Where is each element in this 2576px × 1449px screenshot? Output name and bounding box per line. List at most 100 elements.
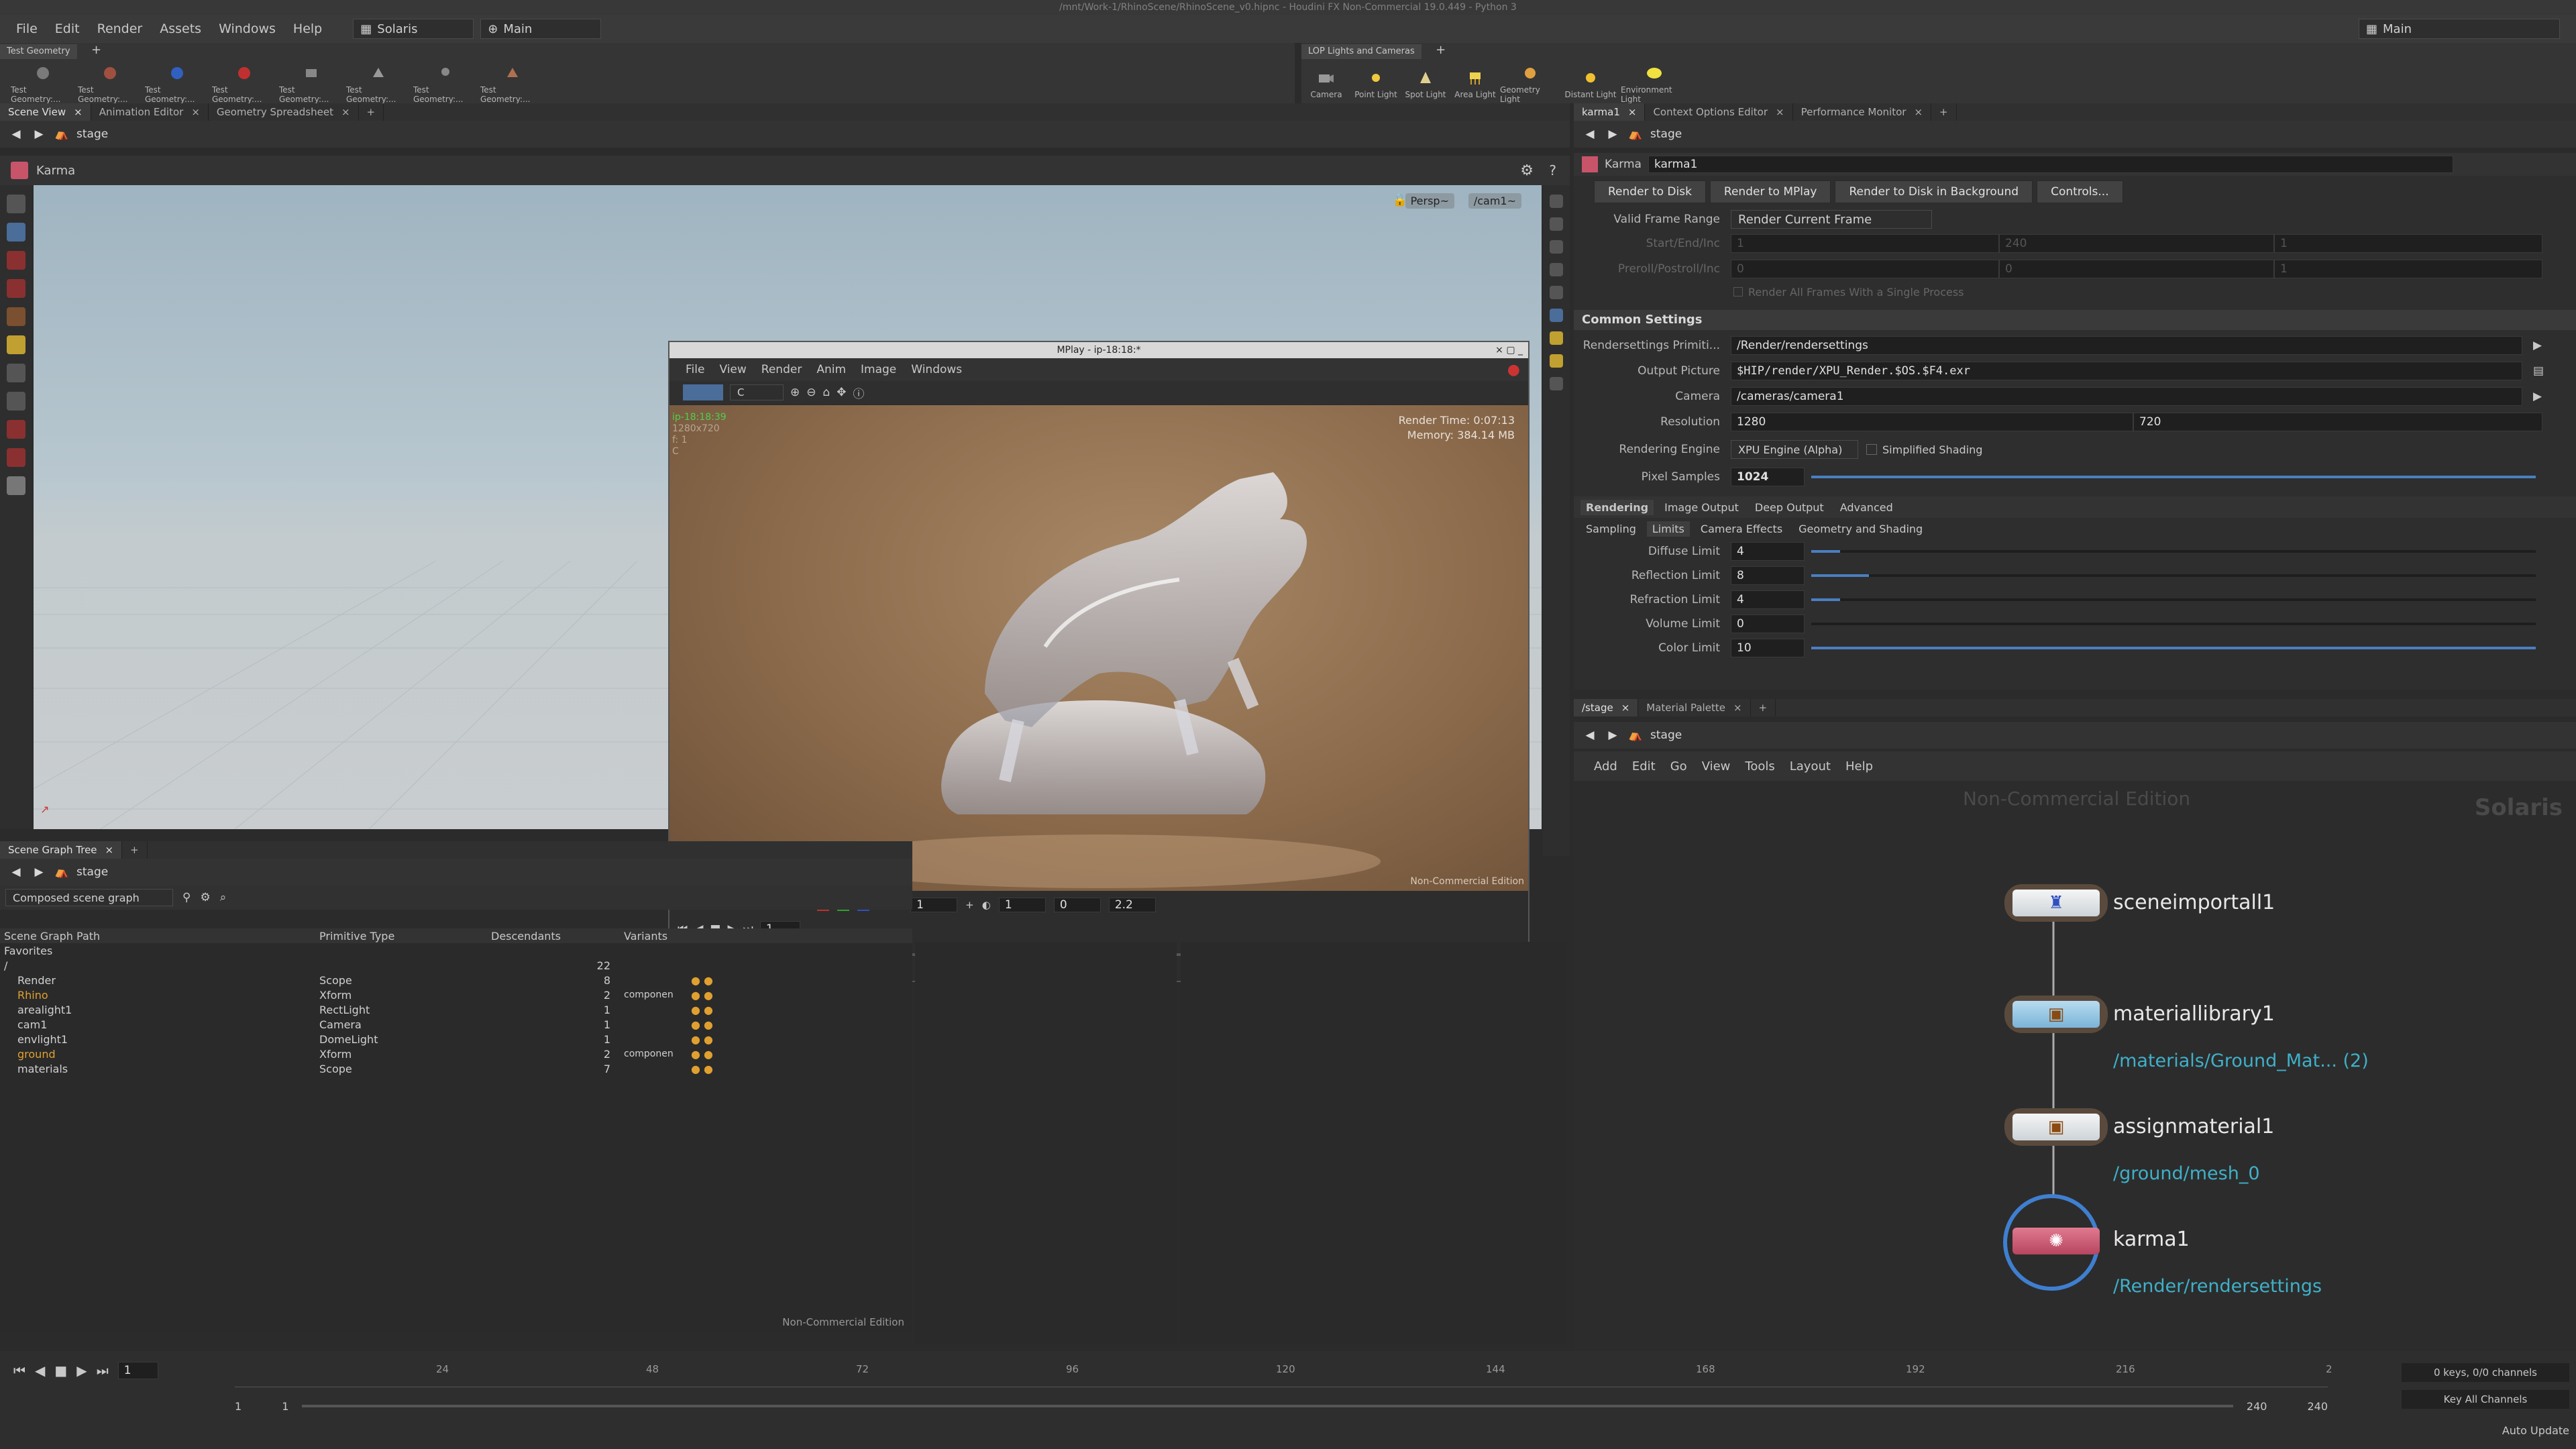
shelf-tool-area-light[interactable]: Area Light (1450, 68, 1500, 99)
network-menu-tools[interactable]: Tools (1745, 759, 1774, 773)
shelf-tool-5[interactable]: Test Geometry:... (279, 63, 343, 104)
display-option-icon[interactable] (1550, 331, 1563, 345)
display-option-icon[interactable] (1550, 309, 1563, 322)
tab-image-output[interactable]: Image Output (1659, 500, 1744, 515)
shelf-tool-7[interactable]: Test Geometry:... (413, 63, 478, 104)
tab-limits[interactable]: Limits (1646, 521, 1690, 537)
shelf-tool-geometry-light[interactable]: Geometry Light (1500, 63, 1560, 104)
close-icon[interactable]: × (1628, 103, 1637, 121)
shelf-tool-spot-light[interactable]: Spot Light (1401, 68, 1450, 99)
gamma-field[interactable]: 2.2 (1108, 898, 1156, 912)
visibility-icon[interactable]: ● ● (691, 1033, 713, 1046)
lock-camera-icon[interactable]: 🔒 (1393, 193, 1407, 207)
tab-deep-output[interactable]: Deep Output (1750, 500, 1829, 515)
menu-assets[interactable]: Assets (160, 21, 201, 36)
rendersettings-field[interactable]: /Render/rendersettings (1731, 336, 2522, 355)
visibility-icon[interactable]: ● ● (691, 1018, 713, 1031)
add-tab-icon[interactable]: + (1751, 699, 1776, 716)
node-sceneimportall1[interactable]: ♜ (2004, 884, 2108, 922)
lock-icon[interactable] (7, 223, 25, 241)
zoom-out-icon[interactable]: ⊖ (806, 386, 816, 399)
back-arrow-icon[interactable]: ◀ (8, 127, 24, 142)
simplified-shading-checkbox[interactable] (1866, 444, 1877, 455)
pose-tool-icon[interactable] (7, 364, 25, 382)
network-menu-add[interactable]: Add (1594, 759, 1617, 773)
node-name-field[interactable]: karma1 (1648, 156, 2453, 173)
menu-edit[interactable]: Edit (55, 21, 80, 36)
close-icon[interactable]: × (74, 103, 83, 121)
display-option-icon[interactable] (1550, 377, 1563, 390)
gear-icon[interactable]: ⚙ (1520, 162, 1534, 179)
rotate-tool-icon[interactable] (7, 279, 25, 298)
add-shelf-icon[interactable]: + (91, 43, 101, 57)
camera-dropdown[interactable]: /cam1~ (1468, 193, 1521, 209)
mplay-menu-view[interactable]: View (719, 363, 746, 376)
mplay-menu-anim[interactable]: Anim (816, 363, 846, 376)
display-option-icon[interactable] (1550, 195, 1563, 208)
node-materiallibrary1[interactable]: ▣ (2004, 996, 2108, 1033)
shelf-tool-3[interactable]: Test Geometry:... (145, 63, 209, 104)
menu-help[interactable]: Help (293, 21, 322, 36)
tab-scene-view[interactable]: Scene View × (0, 103, 91, 121)
network-menu-help[interactable]: Help (1845, 759, 1873, 773)
shelf-tool-4[interactable]: Test Geometry:... (212, 63, 276, 104)
select-arrow-icon[interactable]: ▶ (2533, 390, 2542, 403)
channel-dropdown[interactable]: C (730, 384, 784, 400)
workspace-right-dropdown[interactable]: ▦ Main (2359, 19, 2560, 39)
resolution-height-field[interactable]: 720 (2133, 413, 2542, 431)
close-icon[interactable]: × (105, 841, 114, 859)
step-back-icon[interactable]: ◀ (35, 1362, 45, 1379)
options-icon[interactable]: ⚙ (200, 891, 210, 904)
zoom-in-icon[interactable]: ⊕ (790, 386, 800, 399)
table-row[interactable]: Rhino Xform 2 componen ● ● (0, 987, 912, 1002)
close-icon[interactable]: × (1776, 103, 1784, 121)
tab-advanced[interactable]: Advanced (1835, 500, 1898, 515)
table-row[interactable]: / 22 (0, 958, 912, 973)
network-menu-go[interactable]: Go (1670, 759, 1687, 773)
move-tool-icon[interactable] (7, 251, 25, 270)
tab-context-options[interactable]: Context Options Editor × (1645, 103, 1793, 121)
render-image[interactable]: ip-18:18:39 1280x720 f: 1 C Render Time:… (669, 405, 1528, 891)
close-icon[interactable]: × (1733, 699, 1742, 716)
magnet-icon[interactable] (7, 420, 25, 439)
pixel-samples-field[interactable]: 1024 (1731, 468, 1805, 486)
search-icon[interactable]: ⌕ (220, 891, 227, 904)
forward-arrow-icon[interactable]: ▶ (1605, 127, 1621, 142)
select-arrow-icon[interactable]: ▶ (2533, 339, 2542, 352)
display-option-icon[interactable] (1550, 286, 1563, 299)
network-menu-layout[interactable]: Layout (1790, 759, 1831, 773)
tab-camera-effects[interactable]: Camera Effects (1695, 521, 1788, 537)
controls-button[interactable]: Controls... (2037, 180, 2123, 203)
table-row[interactable]: ground Xform 2 componen ● ● (0, 1046, 912, 1061)
render-to-mplay-button[interactable]: Render to MPlay (1709, 180, 1831, 203)
limit-field[interactable]: 0 (1731, 614, 1805, 633)
current-frame-field[interactable]: 1 (117, 1362, 158, 1379)
shelf-tool-point-light[interactable]: Point Light (1351, 68, 1401, 99)
play-icon[interactable]: ▶ (76, 1362, 87, 1379)
table-row[interactable]: cam1 Camera 1 ● ● (0, 1017, 912, 1032)
visibility-icon[interactable]: ● ● (691, 974, 713, 987)
add-tab-icon[interactable]: + (1931, 103, 1957, 121)
close-icon[interactable]: × (191, 103, 200, 121)
single-process-checkbox[interactable] (1733, 287, 1743, 297)
network-menu-view[interactable]: View (1702, 759, 1731, 773)
table-row[interactable]: arealight1 RectLight 1 ● ● (0, 1002, 912, 1017)
desktop-dropdown[interactable]: ▦ Solaris (353, 19, 474, 39)
close-icon[interactable]: × (1914, 103, 1923, 121)
tab-geometry-shading[interactable]: Geometry and Shading (1793, 521, 1928, 537)
limit-field[interactable]: 8 (1731, 566, 1805, 585)
table-row[interactable]: Favorites (0, 943, 912, 958)
rendering-engine-dropdown[interactable]: XPU Engine (Alpha) (1731, 440, 1858, 459)
shelf-tab-lop-lights[interactable]: LOP Lights and Cameras (1301, 44, 1421, 59)
render-to-disk-button[interactable]: Render to Disk (1594, 180, 1706, 203)
frame-range-dropdown[interactable]: Render Current Frame (1731, 210, 1932, 229)
help-icon[interactable]: ? (1549, 162, 1556, 178)
shelf-tab-test-geometry[interactable]: Test Geometry (0, 44, 77, 59)
limit-slider[interactable] (1805, 566, 2542, 585)
perspective-dropdown[interactable]: Persp~ (1405, 193, 1454, 209)
limit-slider[interactable] (1805, 542, 2542, 561)
light-tool-icon[interactable] (7, 476, 25, 495)
tab-karma1[interactable]: karma1 × (1574, 103, 1646, 121)
tab-stage-network[interactable]: /stage × (1574, 699, 1639, 716)
tab-performance-monitor[interactable]: Performance Monitor × (1793, 103, 1932, 121)
